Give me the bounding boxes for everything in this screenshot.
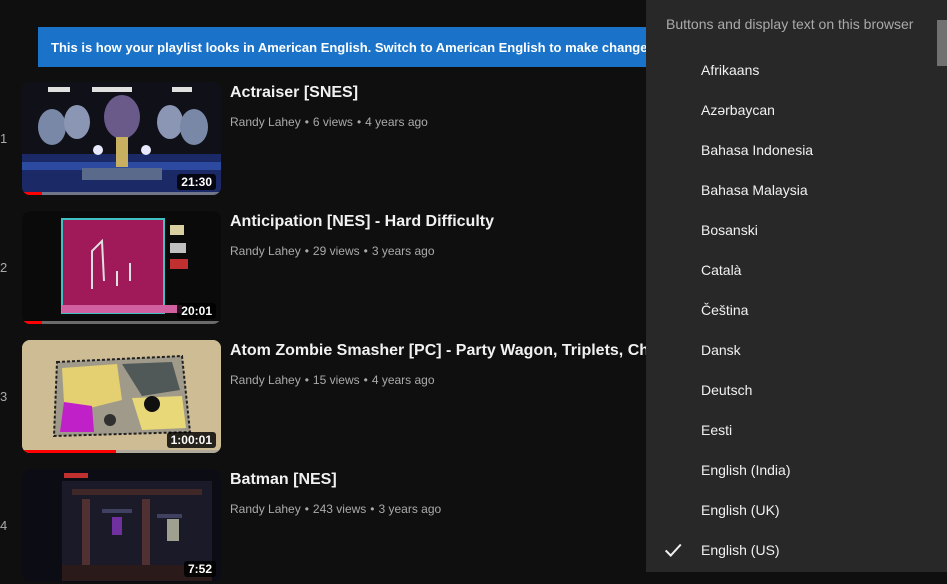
upload-age: 3 years ago (378, 502, 442, 516)
playlist-video-row[interactable]: 4 7:52 Batman [NES] Randy Lahey • 243 vi… (0, 469, 660, 584)
separator-dot: • (363, 373, 368, 387)
video-title[interactable]: Atom Zombie Smasher [PC] - Party Wagon, … (230, 342, 660, 360)
upload-age: 4 years ago (365, 115, 428, 129)
video-title[interactable]: Anticipation [NES] - Hard Difficulty (230, 213, 660, 231)
check-icon (664, 543, 682, 557)
video-metadata: Randy Lahey • 29 views • 3 years ago (230, 244, 435, 258)
watch-progress-fill (22, 192, 42, 195)
language-option-list: Afrikaans Azərbaycan Bahasa Indonesia Ba… (646, 50, 937, 570)
banner-text: This is how your playlist looks in Ameri… (51, 39, 658, 55)
language-option-label: English (India) (701, 462, 791, 478)
video-duration: 21:30 (177, 174, 216, 190)
language-option-eesti[interactable]: Eesti (646, 410, 937, 450)
language-option-label: Deutsch (701, 382, 753, 398)
video-thumbnail[interactable]: 21:30 (22, 82, 221, 195)
playlist-video-row[interactable]: 1 21:30 Actraiser [SNES] Randy Lahey • 6… (0, 82, 660, 197)
video-title[interactable]: Batman [NES] (230, 471, 660, 489)
language-option-label: English (UK) (701, 502, 780, 518)
separator-dot: • (304, 502, 309, 516)
language-option-azerbaycan[interactable]: Azərbaycan (646, 90, 937, 130)
separator-dot: • (304, 373, 309, 387)
separator-dot: • (304, 244, 309, 258)
language-menu-header: Buttons and display text on this browser (666, 16, 914, 32)
language-option-bosanski[interactable]: Bosanski (646, 210, 937, 250)
video-duration: 20:01 (177, 303, 216, 319)
watch-progress-fill (22, 321, 42, 324)
upload-age: 3 years ago (371, 244, 435, 258)
language-option-english-india[interactable]: English (India) (646, 450, 937, 490)
watch-progress-track (22, 321, 221, 324)
language-option-english-us[interactable]: English (US) (646, 530, 937, 570)
video-metadata: Randy Lahey • 243 views • 3 years ago (230, 502, 441, 516)
video-thumbnail[interactable]: 1:00:01 (22, 340, 221, 453)
language-option-label: Čeština (701, 302, 749, 318)
language-option-afrikaans[interactable]: Afrikaans (646, 50, 937, 90)
video-index: 3 (0, 389, 8, 404)
language-dropdown-menu: Buttons and display text on this browser… (646, 0, 947, 572)
view-count: 243 views (312, 502, 367, 516)
language-option-catala[interactable]: Català (646, 250, 937, 290)
channel-name[interactable]: Randy Lahey (230, 244, 301, 258)
language-option-label: Azərbaycan (701, 102, 775, 118)
video-metadata: Randy Lahey • 6 views • 4 years ago (230, 115, 428, 129)
video-index: 1 (0, 131, 8, 146)
video-index: 2 (0, 260, 8, 275)
language-option-dansk[interactable]: Dansk (646, 330, 937, 370)
language-option-label: Bosanski (701, 222, 758, 238)
playlist-video-row[interactable]: 2 20:01 Anticipation [NES] - Hard Diffic… (0, 211, 660, 326)
video-metadata: Randy Lahey • 15 views • 4 years ago (230, 373, 435, 387)
video-thumbnail[interactable]: 20:01 (22, 211, 221, 324)
upload-age: 4 years ago (371, 373, 435, 387)
language-option-cestina[interactable]: Čeština (646, 290, 937, 330)
playlist-video-row[interactable]: 3 1:00:01 Atom Zombie Smasher [PC] - Par… (0, 340, 660, 455)
watch-progress-fill (22, 450, 116, 453)
language-option-english-uk[interactable]: English (UK) (646, 490, 937, 530)
language-option-bahasa-indonesia[interactable]: Bahasa Indonesia (646, 130, 937, 170)
video-index: 4 (0, 518, 8, 533)
language-option-label: Eesti (701, 422, 733, 438)
language-option-bahasa-malaysia[interactable]: Bahasa Malaysia (646, 170, 937, 210)
watch-progress-track (22, 192, 221, 195)
language-option-deutsch[interactable]: Deutsch (646, 370, 937, 410)
view-count: 15 views (312, 373, 360, 387)
video-duration: 7:52 (183, 561, 216, 577)
video-duration: 1:00:01 (166, 432, 216, 448)
language-option-label: Català (701, 262, 742, 278)
channel-name[interactable]: Randy Lahey (230, 502, 301, 516)
separator-dot: • (363, 244, 368, 258)
watch-progress-track (22, 450, 221, 453)
language-option-label: Afrikaans (701, 62, 760, 78)
menu-scrollbar-thumb[interactable] (937, 20, 947, 66)
separator-dot: • (370, 502, 375, 516)
separator-dot: • (356, 115, 362, 129)
channel-name[interactable]: Randy Lahey (230, 373, 301, 387)
language-option-label: Bahasa Indonesia (701, 142, 814, 158)
view-count: 29 views (312, 244, 360, 258)
video-title[interactable]: Actraiser [SNES] (230, 84, 660, 102)
separator-dot: • (304, 115, 309, 129)
language-info-banner: This is how your playlist looks in Ameri… (38, 27, 658, 67)
channel-name[interactable]: Randy Lahey (230, 115, 301, 129)
video-thumbnail[interactable]: 7:52 (22, 469, 221, 582)
language-option-label: Bahasa Malaysia (701, 182, 808, 198)
language-option-label: English (US) (701, 542, 780, 558)
view-count: 6 views (312, 115, 353, 129)
language-option-label: Dansk (701, 342, 741, 358)
